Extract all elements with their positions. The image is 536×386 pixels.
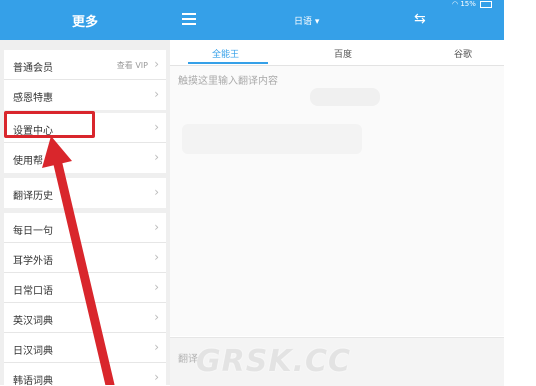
input-placeholder: 触摸这里输入翻译内容 bbox=[178, 76, 278, 87]
tab-baidu[interactable]: 百度 bbox=[334, 47, 352, 60]
blurred-region bbox=[182, 124, 362, 154]
chevron-right-icon: › bbox=[154, 57, 159, 71]
blurred-region bbox=[310, 88, 380, 106]
battery-icon bbox=[480, 0, 493, 8]
menu-item-help[interactable]: 使用帮 › bbox=[4, 143, 166, 173]
sidebar-header: 更多 bbox=[0, 0, 170, 40]
chevron-right-icon: › bbox=[154, 310, 159, 324]
menu-item-label: 日常口语 bbox=[13, 286, 53, 297]
menu-item-label: 翻译历史 bbox=[13, 191, 53, 202]
chevron-right-icon: › bbox=[154, 250, 159, 264]
menu-item-daily-sentence[interactable]: 每日一句 › bbox=[4, 213, 166, 243]
translation-input[interactable]: 触摸这里输入翻译内容 bbox=[170, 66, 504, 336]
menu-item-translation-history[interactable]: 翻译历史 › bbox=[4, 178, 166, 208]
chevron-right-icon: › bbox=[154, 185, 159, 199]
tab-quannengwang[interactable]: 全能王 bbox=[212, 47, 239, 60]
menu-item-regular-member[interactable]: 普通会员 查看 VIP › bbox=[4, 50, 166, 80]
menu-group-membership: 普通会员 查看 VIP › 感恩特惠 › bbox=[4, 50, 166, 110]
chevron-right-icon: › bbox=[154, 280, 159, 294]
chevron-right-icon: › bbox=[154, 340, 159, 354]
view-vip-link[interactable]: 查看 VIP bbox=[117, 60, 148, 71]
sidebar-title: 更多 bbox=[71, 15, 98, 30]
sidebar: 更多 普通会员 查看 VIP › 感恩特惠 › 设置中心 › 使用帮 › 翻译历… bbox=[0, 0, 170, 385]
annotation-highlight-box bbox=[4, 111, 95, 138]
menu-item-kr-cn-dictionary[interactable]: 韩语词典 › bbox=[4, 363, 166, 385]
menu-item-thanks-offer[interactable]: 感恩特惠 › bbox=[4, 80, 166, 110]
menu-group-history: 翻译历史 › bbox=[4, 178, 166, 208]
menu-item-label: 韩语词典 bbox=[13, 376, 53, 385]
chevron-right-icon: › bbox=[154, 87, 159, 101]
wifi-icon: ◠ bbox=[452, 0, 459, 8]
tab-google[interactable]: 谷歌 bbox=[454, 47, 472, 60]
battery-level: 15% bbox=[460, 0, 476, 8]
dropdown-arrow-icon: ▾ bbox=[314, 17, 320, 27]
chevron-right-icon: › bbox=[154, 120, 159, 134]
active-tab-indicator bbox=[188, 62, 268, 64]
watermark: GRSK.CC bbox=[196, 344, 352, 379]
menu-item-label: 每日一句 bbox=[13, 226, 53, 237]
menu-item-jp-cn-dictionary[interactable]: 日汉词典 › bbox=[4, 333, 166, 363]
chevron-right-icon: › bbox=[154, 370, 159, 384]
menu-item-en-cn-dictionary[interactable]: 英汉词典 › bbox=[4, 303, 166, 333]
menu-item-label: 日汉词典 bbox=[13, 346, 53, 357]
language-selector[interactable]: 日语 ▾ bbox=[294, 14, 319, 27]
chevron-right-icon: › bbox=[154, 220, 159, 234]
menu-item-listening[interactable]: 耳学外语 › bbox=[4, 243, 166, 273]
swap-icon[interactable]: ⇆ bbox=[414, 11, 426, 27]
menu-item-label: 使用帮 bbox=[13, 156, 43, 167]
translate-hint[interactable]: 翻译 bbox=[178, 350, 198, 365]
menu-group-learning: 每日一句 › 耳学外语 › 日常口语 › 英汉词典 › 日汉词典 › 韩语词典 … bbox=[4, 213, 166, 385]
menu-item-label: 英汉词典 bbox=[13, 316, 53, 327]
chevron-right-icon: › bbox=[154, 150, 159, 164]
hamburger-icon[interactable] bbox=[182, 13, 196, 25]
status-bar: ◠ 15% bbox=[452, 0, 493, 8]
menu-item-daily-speaking[interactable]: 日常口语 › bbox=[4, 273, 166, 303]
language-label: 日语 bbox=[294, 17, 313, 27]
main-panel: 日语 ▾ ⇆ 全能王 百度 谷歌 触摸这里输入翻译内容 翻译 bbox=[170, 0, 504, 386]
menu-item-label: 耳学外语 bbox=[13, 256, 53, 267]
menu-item-label: 普通会员 bbox=[13, 63, 53, 74]
menu-item-label: 感恩特惠 bbox=[13, 93, 53, 104]
